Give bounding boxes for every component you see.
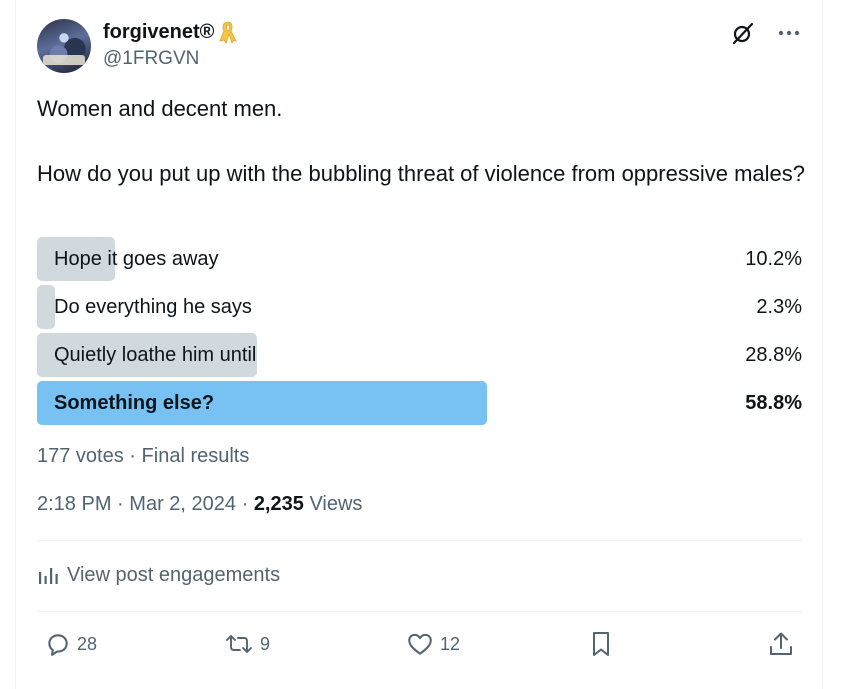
repost-count: 9 (260, 633, 271, 654)
tweet-text-line-1: Women and decent men. (37, 96, 283, 121)
action-bar: 28 9 12 (37, 624, 802, 664)
author-handle[interactable]: @1FRGVN (103, 48, 199, 70)
reply-button[interactable]: 28 (45, 624, 97, 664)
view-engagements-link[interactable]: View post engagements (37, 562, 280, 588)
repost-icon (224, 631, 254, 657)
poll-bar (37, 285, 55, 329)
poll: Hope it goes away 10.2% Do everything he… (37, 237, 802, 429)
poll-option-label: Do everything he says (54, 296, 252, 318)
poll-option-percent: 2.3% (756, 296, 802, 318)
divider (37, 611, 802, 612)
heart-icon (406, 631, 434, 657)
poll-option: Quietly loathe him until 28.8% (37, 333, 802, 377)
reply-count: 28 (77, 633, 98, 654)
poll-option-label: Quietly loathe him until (54, 344, 257, 366)
yellow-ribbon-icon (218, 20, 238, 44)
avatar[interactable] (37, 19, 91, 73)
tweet-date[interactable]: Mar 2, 2024 (129, 493, 236, 515)
poll-option-percent: 28.8% (745, 344, 802, 366)
poll-votes-count: 177 votes (37, 445, 124, 467)
bookmark-icon (589, 630, 613, 658)
tweet-text-line-2: How do you put up with the bubbling thre… (37, 161, 805, 186)
poll-option-label: Hope it goes away (54, 248, 219, 270)
tweet-time[interactable]: 2:18 PM (37, 493, 111, 515)
separator: · (117, 493, 124, 515)
grok-icon[interactable] (730, 20, 756, 46)
author-display-name[interactable]: forgivenet® (103, 21, 214, 44)
views-label: Views (309, 493, 363, 515)
author-name-row[interactable]: forgivenet® (103, 19, 238, 45)
poll-option: Do everything he says 2.3% (37, 285, 802, 329)
separator: · (129, 445, 136, 467)
analytics-icon (37, 564, 59, 586)
poll-option-percent: 58.8% (745, 392, 802, 414)
divider (37, 540, 802, 541)
poll-option-winner: Something else? 58.8% (37, 381, 802, 425)
poll-footer: 177 votes · Final results (37, 443, 249, 469)
bookmark-button[interactable] (589, 624, 613, 664)
like-count: 12 (440, 633, 461, 654)
view-engagements-label: View post engagements (67, 564, 281, 586)
poll-option-label: Something else? (54, 392, 215, 414)
poll-status: Final results (141, 445, 250, 467)
more-options-icon[interactable] (776, 20, 802, 46)
tweet-text: Women and decent men. How do you put up … (37, 92, 812, 190)
views-count: 2,235 (253, 493, 304, 515)
poll-option: Hope it goes away 10.2% (37, 237, 802, 281)
share-button[interactable] (767, 624, 795, 664)
repost-button[interactable]: 9 (224, 624, 270, 664)
reply-icon (45, 631, 71, 657)
like-button[interactable]: 12 (406, 624, 460, 664)
poll-option-percent: 10.2% (745, 248, 802, 270)
tweet-meta: 2:18 PM · Mar 2, 2024 · 2,235 Views (37, 491, 362, 517)
separator: · (241, 493, 249, 515)
share-icon (767, 630, 795, 658)
